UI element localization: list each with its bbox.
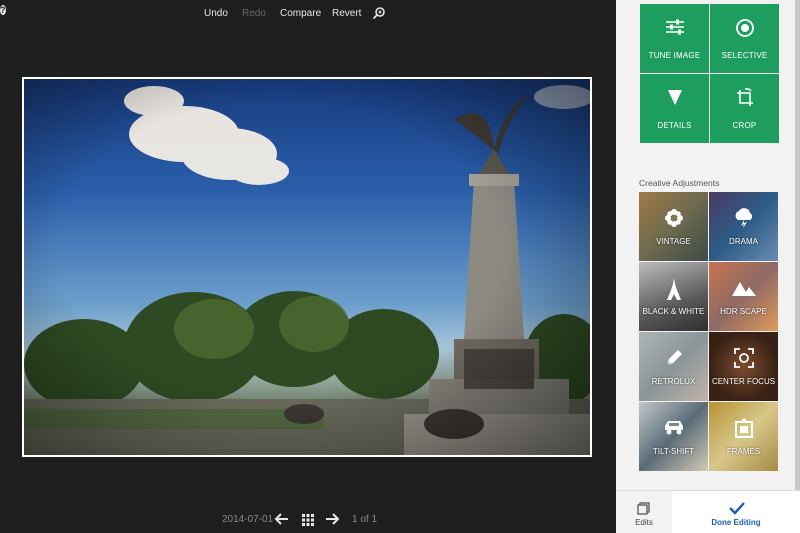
photo-frame [22,77,592,457]
edits-label: Edits [635,518,653,527]
tool-label: CROP [732,121,757,130]
photo-canvas[interactable] [24,79,590,455]
next-arrow-icon[interactable] [324,512,340,526]
scrollbar-thumb[interactable] [795,0,800,490]
filter-label: HDR SCAPE [720,307,767,316]
help-icon[interactable]: ? [0,5,6,15]
panel-scrollbar[interactable] [795,0,800,490]
filter-label: BLACK & WHITE [642,307,705,316]
edits-button[interactable]: Edits [616,491,672,533]
grid-icon[interactable] [302,513,314,526]
cloud-lightning-icon [709,208,778,230]
bottom-navigation: 2014-07-01 1 of 1 [0,510,616,530]
filter-label: RETROLUX [651,377,696,386]
filter-label: VINTAGE [656,237,691,246]
filter-vintage[interactable]: VINTAGE [639,192,708,261]
edit-panel: TUNE IMAGE SELECTIVE DETAILS CROP Creati… [616,0,800,533]
target-icon [710,18,779,40]
top-toolbar: Undo Redo Compare Revert ? [0,0,616,28]
sliders-icon [640,18,709,40]
flower-icon [639,208,708,230]
tool-tune-image[interactable]: TUNE IMAGE [640,4,709,73]
photo-date: 2014-07-01 [222,514,274,525]
pen-icon [639,348,708,370]
done-editing-label: Done Editing [711,518,761,527]
crop-rotate-icon [710,88,779,110]
mountains-icon [709,278,778,300]
filter-label: TILT-SHIFT [652,447,695,456]
panel-footer: Edits Done Editing [616,490,800,533]
filter-label: DRAMA [729,237,758,246]
filter-retrolux[interactable]: RETROLUX [639,332,708,401]
tool-crop[interactable]: CROP [710,74,779,143]
checkmark-icon [729,501,745,515]
creative-adjustments-heading: Creative Adjustments [639,178,720,188]
photo-count: 1 of 1 [352,514,378,525]
tool-label: SELECTIVE [721,51,768,60]
filter-tilt-shift[interactable]: TILT-SHIFT [639,402,708,471]
photo-vignette [24,79,590,455]
filter-frames[interactable]: FRAMES [709,402,778,471]
triangle-down-icon [640,88,709,110]
filter-hdr-scape[interactable]: HDR SCAPE [709,262,778,331]
done-editing-button[interactable]: Done Editing [672,491,800,533]
previous-arrow-icon[interactable] [274,512,290,526]
filter-black-white[interactable]: BLACK & WHITE [639,262,708,331]
layers-icon [637,502,650,515]
revert-button[interactable]: Revert [332,8,361,19]
filter-center-focus[interactable]: CENTER FOCUS [709,332,778,401]
filter-label: FRAMES [726,447,761,456]
redo-button[interactable]: Redo [242,8,266,19]
car-icon [639,418,708,440]
focus-icon [709,348,778,370]
compare-button[interactable]: Compare [280,8,321,19]
eiffel-tower-icon [639,278,708,300]
filter-drama[interactable]: DRAMA [709,192,778,261]
filter-label: CENTER FOCUS [711,377,776,386]
tool-label: TUNE IMAGE [648,51,701,60]
zoom-icon[interactable] [372,6,386,20]
tool-label: DETAILS [657,121,692,130]
tool-selective[interactable]: SELECTIVE [710,4,779,73]
tool-details[interactable]: DETAILS [640,74,709,143]
frame-icon [709,417,778,440]
editor-area: Undo Redo Compare Revert ? 2014-07-01 1 … [0,0,616,533]
undo-button[interactable]: Undo [204,8,228,19]
